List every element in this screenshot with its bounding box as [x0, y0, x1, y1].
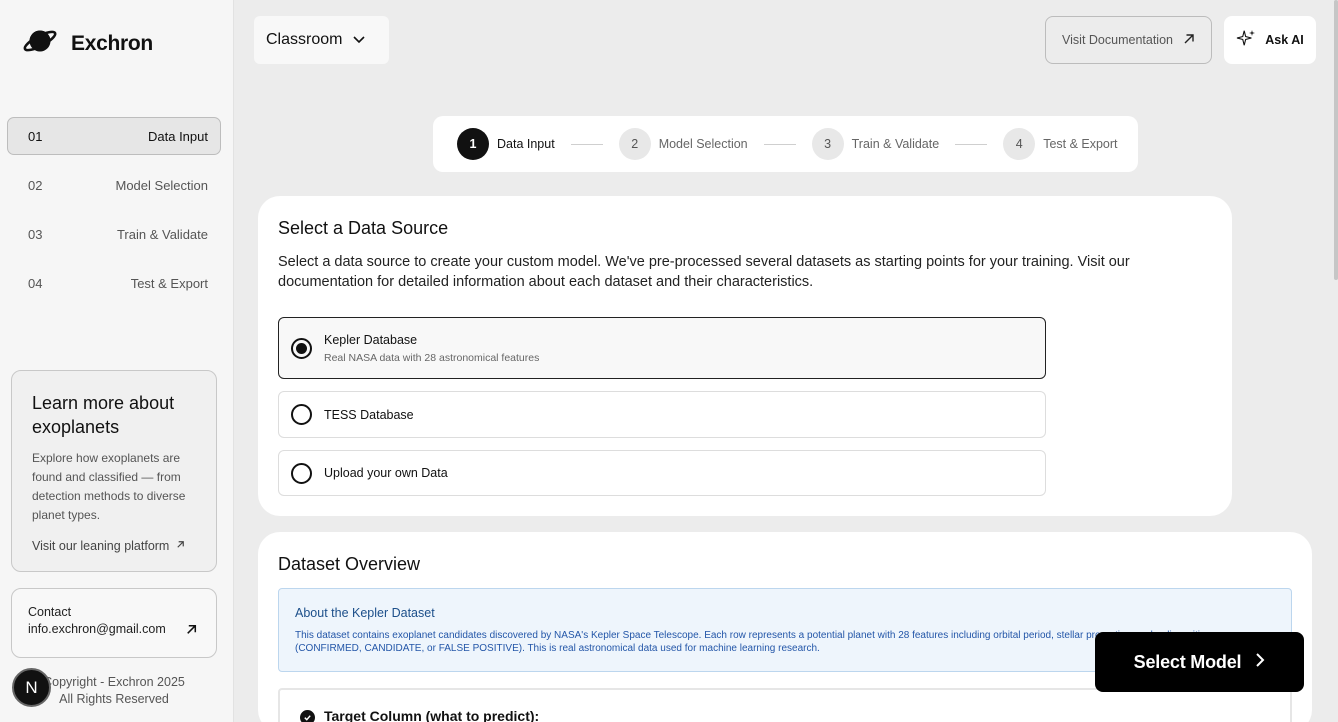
step-number: 3 — [811, 128, 844, 160]
step-connector — [763, 143, 796, 145]
sidebar-item-label: Train & Validate — [116, 226, 208, 242]
step-connector — [570, 143, 603, 145]
option-sublabel: Real NASA data with 28 astronomical feat… — [324, 351, 540, 364]
step-number: 4 — [1003, 128, 1036, 160]
data-source-title: Select a Data Source — [278, 218, 449, 238]
sidebar-item-label: Test & Export — [130, 275, 208, 291]
docs-button-label: Visit Documentation — [1062, 33, 1173, 47]
sidebar-item-label: Model Selection — [115, 177, 209, 193]
planet-icon — [22, 26, 59, 61]
select-model-button[interactable]: Select Model — [1095, 632, 1304, 692]
dataset-overview-card: Dataset Overview About the Kepler Datase… — [258, 532, 1312, 722]
visit-documentation-button[interactable]: Visit Documentation — [1045, 16, 1212, 64]
radio-unselected[interactable] — [291, 462, 312, 484]
step-connector — [955, 143, 988, 145]
page-scrollbar[interactable] — [1334, 0, 1338, 280]
option-upload-data[interactable]: Upload your own Data — [278, 450, 1046, 496]
learn-description: Explore how exoplanets are found and cla… — [32, 451, 186, 522]
option-label: Upload your own Data — [324, 466, 448, 480]
sidebar-item-label: Data Input — [148, 128, 208, 144]
dataset-overview-title: Dataset Overview — [278, 554, 421, 574]
option-kepler-database[interactable]: Kepler Database Real NASA data with 28 a… — [278, 317, 1046, 379]
step-label: Model Selection — [658, 137, 748, 151]
sidebar-item-number: 01 — [28, 128, 43, 144]
step-number: 2 — [618, 128, 651, 160]
sidebar: Exchron 01 Data Input 02 Model Selection… — [0, 0, 234, 722]
sidebar-item-train-validate[interactable]: 03 Train & Validate — [7, 215, 221, 253]
step-data-input[interactable]: 1 Data Input — [457, 128, 555, 160]
chevron-down-icon — [352, 31, 366, 49]
radio-unselected[interactable] — [291, 404, 312, 425]
step-label: Data Input — [497, 137, 555, 151]
sidebar-item-data-input[interactable]: 01 Data Input — [7, 117, 221, 155]
target-column-section[interactable]: Target Column (what to predict): — [278, 688, 1292, 722]
brand-name: Exchron — [71, 31, 153, 55]
step-label: Train & Validate — [851, 137, 940, 151]
arrow-up-right-icon — [1183, 33, 1195, 48]
contact-email[interactable]: info.exchron@gmail.com — [28, 622, 200, 636]
select-model-label: Select Model — [1133, 651, 1242, 672]
learn-card: Learn more about exoplanets Explore how … — [11, 370, 217, 572]
sidebar-item-number: 04 — [28, 275, 43, 291]
step-label: Test & Export — [1043, 137, 1118, 151]
check-circle-icon — [300, 710, 315, 722]
chevron-right-icon — [1255, 652, 1265, 673]
data-source-description: Select a data source to create your cust… — [278, 254, 1130, 290]
avatar[interactable]: N — [12, 668, 51, 707]
about-dataset-title: About the Kepler Dataset — [295, 606, 435, 620]
sidebar-item-number: 02 — [28, 177, 43, 193]
learning-platform-link[interactable]: Visit our leaning platform — [32, 539, 200, 553]
progress-stepper: 1 Data Input 2 Model Selection 3 Train &… — [433, 116, 1138, 172]
brand-logo[interactable]: Exchron — [22, 26, 153, 61]
learn-link-label: Visit our leaning platform — [32, 539, 170, 553]
sidebar-nav: 01 Data Input 02 Model Selection 03 Trai… — [7, 117, 221, 313]
learn-title: Learn more about exoplanets — [32, 393, 175, 437]
radio-selected[interactable] — [291, 337, 312, 359]
workspace-label: Classroom — [266, 31, 343, 48]
sidebar-item-number: 03 — [28, 226, 43, 242]
arrow-up-right-icon — [175, 539, 186, 553]
step-train-validate[interactable]: 3 Train & Validate — [811, 128, 940, 160]
step-test-export[interactable]: 4 Test & Export — [1003, 128, 1118, 160]
step-model-selection[interactable]: 2 Model Selection — [618, 128, 748, 160]
workspace-dropdown[interactable]: Classroom — [254, 16, 389, 64]
ask-ai-label: Ask AI — [1265, 33, 1304, 47]
option-label: Kepler Database — [324, 332, 418, 347]
sidebar-item-model-selection[interactable]: 02 Model Selection — [7, 166, 221, 204]
option-label: TESS Database — [324, 407, 414, 422]
data-source-card: Select a Data Source Select a data sourc… — [258, 196, 1232, 516]
copyright-text: Copyright - Exchron 2025 All Rights Rese… — [43, 675, 185, 706]
sidebar-item-test-export[interactable]: 04 Test & Export — [7, 264, 221, 302]
contact-card[interactable]: Contact info.exchron@gmail.com — [11, 588, 217, 658]
sparkle-icon — [1236, 29, 1256, 52]
ask-ai-button[interactable]: Ask AI — [1224, 16, 1316, 64]
option-tess-database[interactable]: TESS Database — [278, 391, 1046, 438]
step-number: 1 — [457, 128, 489, 160]
target-column-label: Target Column (what to predict): — [324, 708, 540, 722]
arrow-up-right-icon[interactable] — [185, 623, 198, 641]
contact-label: Contact — [28, 605, 72, 619]
